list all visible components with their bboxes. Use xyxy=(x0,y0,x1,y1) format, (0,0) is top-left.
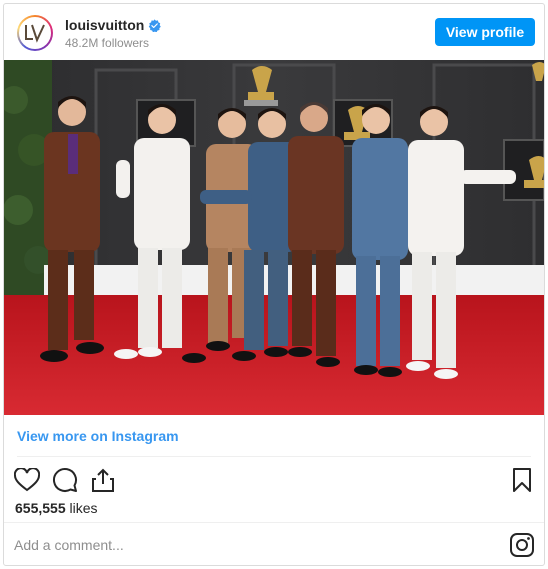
username[interactable]: louisvuitton xyxy=(65,17,162,33)
verified-badge-icon xyxy=(149,19,162,32)
post-actions xyxy=(13,466,117,494)
divider xyxy=(17,456,531,457)
heart-icon[interactable] xyxy=(13,466,41,494)
view-profile-button[interactable]: View profile xyxy=(435,18,535,46)
post-header: louisvuitton 48.2M followers View profil… xyxy=(4,4,544,60)
share-icon[interactable] xyxy=(89,466,117,494)
instagram-embed-card: louisvuitton 48.2M followers View profil… xyxy=(3,3,545,566)
likes-word: likes xyxy=(69,500,98,516)
comment-icon[interactable] xyxy=(51,466,79,494)
lv-monogram-icon xyxy=(19,17,51,49)
bookmark-icon[interactable] xyxy=(509,466,535,494)
post-image[interactable] xyxy=(4,60,544,415)
comment-input[interactable] xyxy=(14,534,484,556)
divider xyxy=(4,522,544,523)
followers-count: 48.2M followers xyxy=(65,36,150,50)
likes-number: 655,555 xyxy=(15,500,66,516)
username-text[interactable]: louisvuitton xyxy=(65,17,144,33)
instagram-logo-icon[interactable] xyxy=(509,532,535,558)
avatar[interactable] xyxy=(17,15,53,51)
view-more-link[interactable]: View more on Instagram xyxy=(17,428,179,444)
likes-count[interactable]: 655,555 likes xyxy=(15,500,98,516)
